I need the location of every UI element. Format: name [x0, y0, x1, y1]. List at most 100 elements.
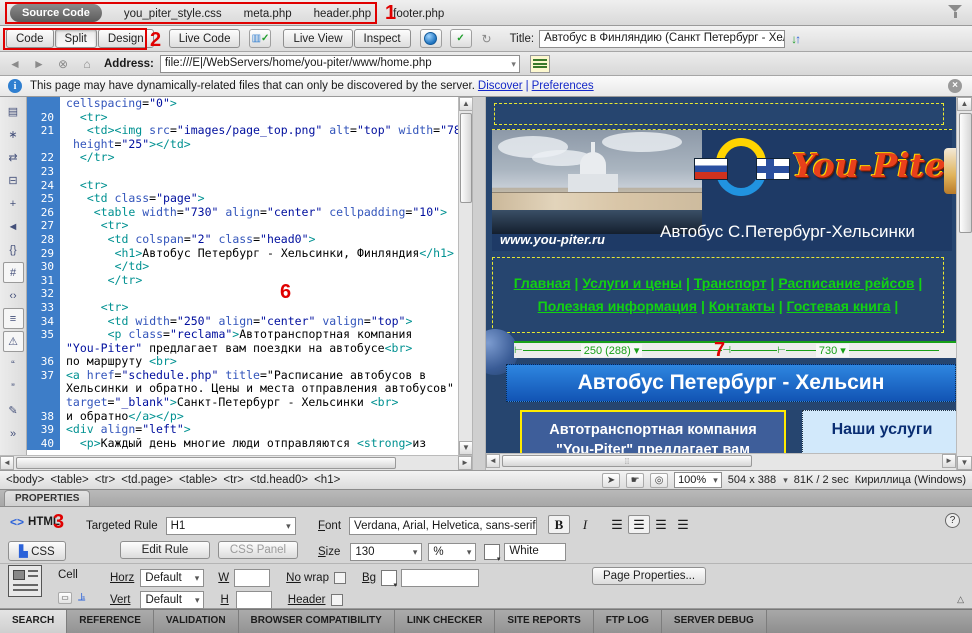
- expand-all-icon[interactable]: +: [3, 193, 24, 214]
- services-cell[interactable]: Наши услуги: [802, 410, 956, 453]
- code-line[interactable]: cellspacing="0">: [27, 97, 458, 111]
- split-view-divider[interactable]: [472, 97, 486, 470]
- tag-selector-item[interactable]: <td.head0>: [250, 474, 308, 486]
- page-heading-banner[interactable]: Автобус Петербург - Хельсин: [506, 364, 956, 402]
- text-color-input[interactable]: White: [504, 543, 566, 561]
- apply-comment-icon[interactable]: “: [3, 354, 24, 375]
- results-tab-link-checker[interactable]: LINK CHECKER: [395, 610, 496, 633]
- code-line[interactable]: 30 </td>: [27, 260, 458, 274]
- code-line[interactable]: 23: [27, 165, 458, 179]
- word-wrap-icon[interactable]: ≡: [3, 308, 24, 329]
- design-view-button[interactable]: Design: [98, 29, 154, 48]
- site-nav-link[interactable]: Полезная информация: [538, 298, 697, 314]
- file-management-icon[interactable]: ↓↑: [791, 32, 799, 46]
- code-line[interactable]: 28 <td colspan="2" class="head0">: [27, 233, 458, 247]
- code-line[interactable]: 20 <tr>: [27, 111, 458, 125]
- results-tab-ftp-log[interactable]: FTP LOG: [594, 610, 662, 633]
- size-unit-select[interactable]: %▾: [428, 543, 476, 561]
- targeted-rule-select[interactable]: H1▾: [166, 517, 296, 535]
- title-input[interactable]: Автобус в Финляндию (Санкт Петербург - Х…: [539, 30, 785, 48]
- code-line[interactable]: 37<a href="schedule.php" title="Расписан…: [27, 369, 458, 383]
- tag-selector-item[interactable]: <body>: [6, 474, 44, 486]
- site-nav-link[interactable]: Услуги и цены: [582, 275, 682, 291]
- code-line[interactable]: 33 <tr>: [27, 301, 458, 315]
- table-width-indicator[interactable]: ⊢ 250 (288) ▾ ⊣ ⊢ 730 ▾: [514, 341, 956, 358]
- code-line[interactable]: 38и обратно</a></p>: [27, 410, 458, 424]
- code-line[interactable]: 40 <p>Каждый день многие люди отправляют…: [27, 437, 458, 451]
- code-line[interactable]: 26 <table width="730" align="center" cel…: [27, 206, 458, 220]
- design-view[interactable]: You-Piter Автобус С.Петербург-Хельсинки …: [486, 97, 956, 453]
- code-navigator-icon[interactable]: ∗: [3, 124, 24, 145]
- size-select[interactable]: 130▾: [350, 543, 422, 561]
- source-code-tab[interactable]: Source Code: [10, 4, 102, 22]
- align-right-button[interactable]: ☰: [650, 515, 672, 534]
- header-checkbox[interactable]: [331, 594, 343, 606]
- code-line[interactable]: 35 <p class="reclama">Автотранспортная к…: [27, 328, 458, 342]
- text-color-swatch[interactable]: [484, 544, 500, 560]
- check-browser-compatibility-icon[interactable]: ▥✓: [249, 29, 271, 48]
- align-justify-button[interactable]: ☰: [672, 515, 694, 534]
- page-h1[interactable]: Автобус Петербург - Хельсин: [578, 371, 885, 395]
- code-line[interactable]: height="25"></td>: [27, 138, 458, 152]
- code-vertical-scrollbar[interactable]: ▲ ▼: [458, 97, 472, 455]
- nowrap-checkbox[interactable]: [334, 572, 346, 584]
- discover-link[interactable]: Discover: [478, 80, 523, 92]
- pointer-tool-icon[interactable]: ➤: [602, 473, 620, 488]
- help-icon[interactable]: ?: [945, 513, 960, 528]
- window-size-select[interactable]: 504 x 388 ▾: [728, 474, 788, 486]
- highlight-invalid-code-icon[interactable]: ‹›: [3, 285, 24, 306]
- results-tab-reference[interactable]: REFERENCE: [67, 610, 154, 633]
- page-properties-button[interactable]: Page Properties...: [592, 567, 706, 585]
- code-line[interactable]: Хельсинки и обратно. Цены и места отправ…: [27, 382, 458, 396]
- results-tab-server-debug[interactable]: SERVER DEBUG: [662, 610, 767, 633]
- column-width-label[interactable]: 250 (288) ▾: [581, 344, 643, 357]
- design-vertical-scrollbar[interactable]: ▲ ▼: [956, 97, 972, 470]
- site-nav-link[interactable]: Главная: [514, 275, 571, 291]
- related-file-tab[interactable]: header.php: [314, 8, 372, 20]
- collapse-full-tag-icon[interactable]: ⇄: [3, 147, 24, 168]
- code-line[interactable]: 24 <tr>: [27, 179, 458, 193]
- bg-color-input[interactable]: [401, 569, 479, 587]
- edit-rule-button[interactable]: Edit Rule: [120, 541, 210, 559]
- italic-button[interactable]: I: [574, 515, 596, 534]
- balance-braces-icon[interactable]: {}: [3, 239, 24, 260]
- collapse-panel-icon[interactable]: △: [957, 594, 964, 605]
- tag-selector-item[interactable]: <h1>: [314, 474, 340, 486]
- align-center-button[interactable]: ☰: [628, 515, 650, 534]
- close-icon[interactable]: ×: [948, 79, 962, 93]
- code-line[interactable]: target="_blank">Санкт-Петербург - Хельси…: [27, 396, 458, 410]
- code-line[interactable]: 27 <tr>: [27, 219, 458, 233]
- related-file-tab[interactable]: footer.php: [393, 8, 444, 20]
- address-input[interactable]: file:///E|/WebServers/home/you-piter/www…: [160, 55, 520, 73]
- code-line[interactable]: 31 </tr>: [27, 274, 458, 288]
- inspect-button[interactable]: Inspect: [354, 29, 411, 48]
- design-horizontal-scrollbar[interactable]: ◄ ⁞⁞ ►: [486, 453, 956, 470]
- cell-width-input[interactable]: [234, 569, 270, 587]
- code-view[interactable]: cellspacing="0">20 <tr>21 <td><img src="…: [27, 97, 458, 455]
- bold-button[interactable]: B: [548, 515, 570, 534]
- validate-markup-icon[interactable]: ✓: [450, 29, 472, 48]
- code-line[interactable]: 34 <td width="250" align="center" valign…: [27, 315, 458, 329]
- split-view-button[interactable]: Split: [55, 29, 97, 48]
- font-select[interactable]: Verdana, Arial, Helvetica, sans-serif▾: [349, 517, 537, 535]
- site-nav-link[interactable]: Транспорт: [694, 275, 767, 291]
- related-file-tab[interactable]: meta.php: [244, 8, 292, 20]
- forward-icon[interactable]: ►: [30, 55, 48, 73]
- table-width-label[interactable]: 730 ▾: [816, 344, 849, 357]
- recent-snippets-icon[interactable]: ✎: [3, 400, 24, 421]
- code-line[interactable]: 25 <td class="page">: [27, 192, 458, 206]
- tag-selector-item[interactable]: <tr>: [95, 474, 115, 486]
- site-header-image[interactable]: You-Piter Автобус С.Петербург-Хельсинки …: [492, 129, 952, 251]
- remove-comment-icon[interactable]: ”: [3, 377, 24, 398]
- merge-cells-icon[interactable]: ▭: [58, 592, 72, 604]
- code-view-button[interactable]: Code: [6, 29, 54, 48]
- preview-in-browser-icon[interactable]: [420, 29, 442, 48]
- results-tab-validation[interactable]: VALIDATION: [154, 610, 239, 633]
- bg-color-swatch[interactable]: [381, 570, 397, 586]
- stop-icon[interactable]: ⊗: [54, 55, 72, 73]
- cell-height-input[interactable]: [236, 591, 272, 609]
- tag-selector-item[interactable]: <table>: [179, 474, 217, 486]
- hand-tool-icon[interactable]: ☛: [626, 473, 644, 488]
- home-icon[interactable]: ⌂: [78, 55, 96, 73]
- syntax-error-alerts-icon[interactable]: ⚠: [3, 331, 24, 352]
